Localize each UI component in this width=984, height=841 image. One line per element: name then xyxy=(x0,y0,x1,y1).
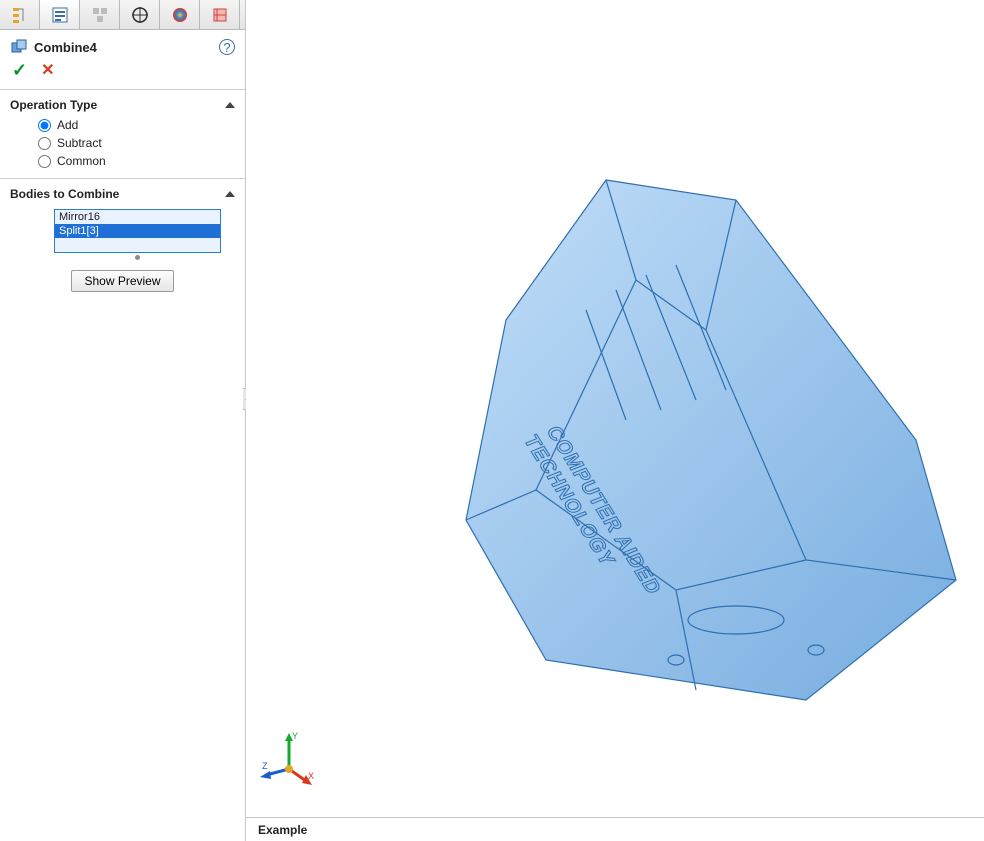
list-item[interactable]: Mirror16 xyxy=(55,210,220,224)
configuration-icon xyxy=(90,5,110,25)
orientation-triad[interactable]: Y Z X xyxy=(260,729,318,787)
list-item[interactable] xyxy=(55,238,220,252)
section-label: Bodies to Combine xyxy=(10,187,119,201)
app-root: Combine4 ? ✓ ✕ Operation Type Add Subtra… xyxy=(0,0,984,841)
section-operation-type: Operation Type Add Subtract Common xyxy=(0,90,245,178)
collapse-icon xyxy=(225,102,235,108)
ok-button[interactable]: ✓ xyxy=(12,60,27,81)
tab-configuration-manager[interactable] xyxy=(80,0,120,29)
status-bar: Example xyxy=(246,817,984,841)
axis-label-x: X xyxy=(308,771,314,781)
section-header-operation-type[interactable]: Operation Type xyxy=(10,98,235,116)
tab-property-manager[interactable] xyxy=(40,0,80,29)
section-label: Operation Type xyxy=(10,98,97,112)
display-manager-icon xyxy=(170,5,190,25)
radio-label: Common xyxy=(57,154,106,168)
section-header-bodies[interactable]: Bodies to Combine xyxy=(10,187,235,205)
combine-feature-icon xyxy=(10,38,28,56)
property-manager-icon xyxy=(50,5,70,25)
collapse-icon xyxy=(225,191,235,197)
dimxpert-icon xyxy=(130,5,150,25)
cancel-button[interactable]: ✕ xyxy=(41,60,54,81)
feature-title: Combine4 xyxy=(34,40,97,55)
radio-add[interactable]: Add xyxy=(10,116,235,134)
show-preview-button[interactable]: Show Preview xyxy=(71,270,173,292)
status-text: Example xyxy=(258,823,307,837)
tab-feature-manager[interactable] xyxy=(0,0,40,29)
list-resize-handle[interactable] xyxy=(135,255,140,260)
axis-label-y: Y xyxy=(292,731,298,741)
ok-cancel-row: ✓ ✕ xyxy=(0,60,245,89)
panel-tabbar xyxy=(0,0,245,30)
radio-subtract[interactable]: Subtract xyxy=(10,134,235,152)
radio-label: Add xyxy=(57,118,78,132)
help-icon[interactable]: ? xyxy=(219,39,235,55)
tab-dimxpert[interactable] xyxy=(120,0,160,29)
axis-label-z: Z xyxy=(262,761,268,771)
feature-tree-icon xyxy=(10,5,30,25)
section-bodies: Bodies to Combine Mirror16 Split1[3] xyxy=(0,179,245,300)
bodies-selection-list[interactable]: Mirror16 Split1[3] xyxy=(54,209,221,253)
radio-label: Subtract xyxy=(57,136,102,150)
tab-display-manager[interactable] xyxy=(160,0,200,29)
radio-common[interactable]: Common xyxy=(10,152,235,170)
property-manager-panel: Combine4 ? ✓ ✕ Operation Type Add Subtra… xyxy=(0,0,246,841)
list-item[interactable]: Split1[3] xyxy=(55,224,220,238)
cam-manager-icon xyxy=(210,5,230,25)
model-preview: COMPUTER AIDED TECHNOLOGY xyxy=(376,160,976,720)
graphics-viewport[interactable]: COMPUTER AIDED TECHNOLOGY Y Z X Example xyxy=(246,0,984,841)
feature-title-row: Combine4 ? xyxy=(0,30,245,60)
tab-cam-manager[interactable] xyxy=(200,0,240,29)
